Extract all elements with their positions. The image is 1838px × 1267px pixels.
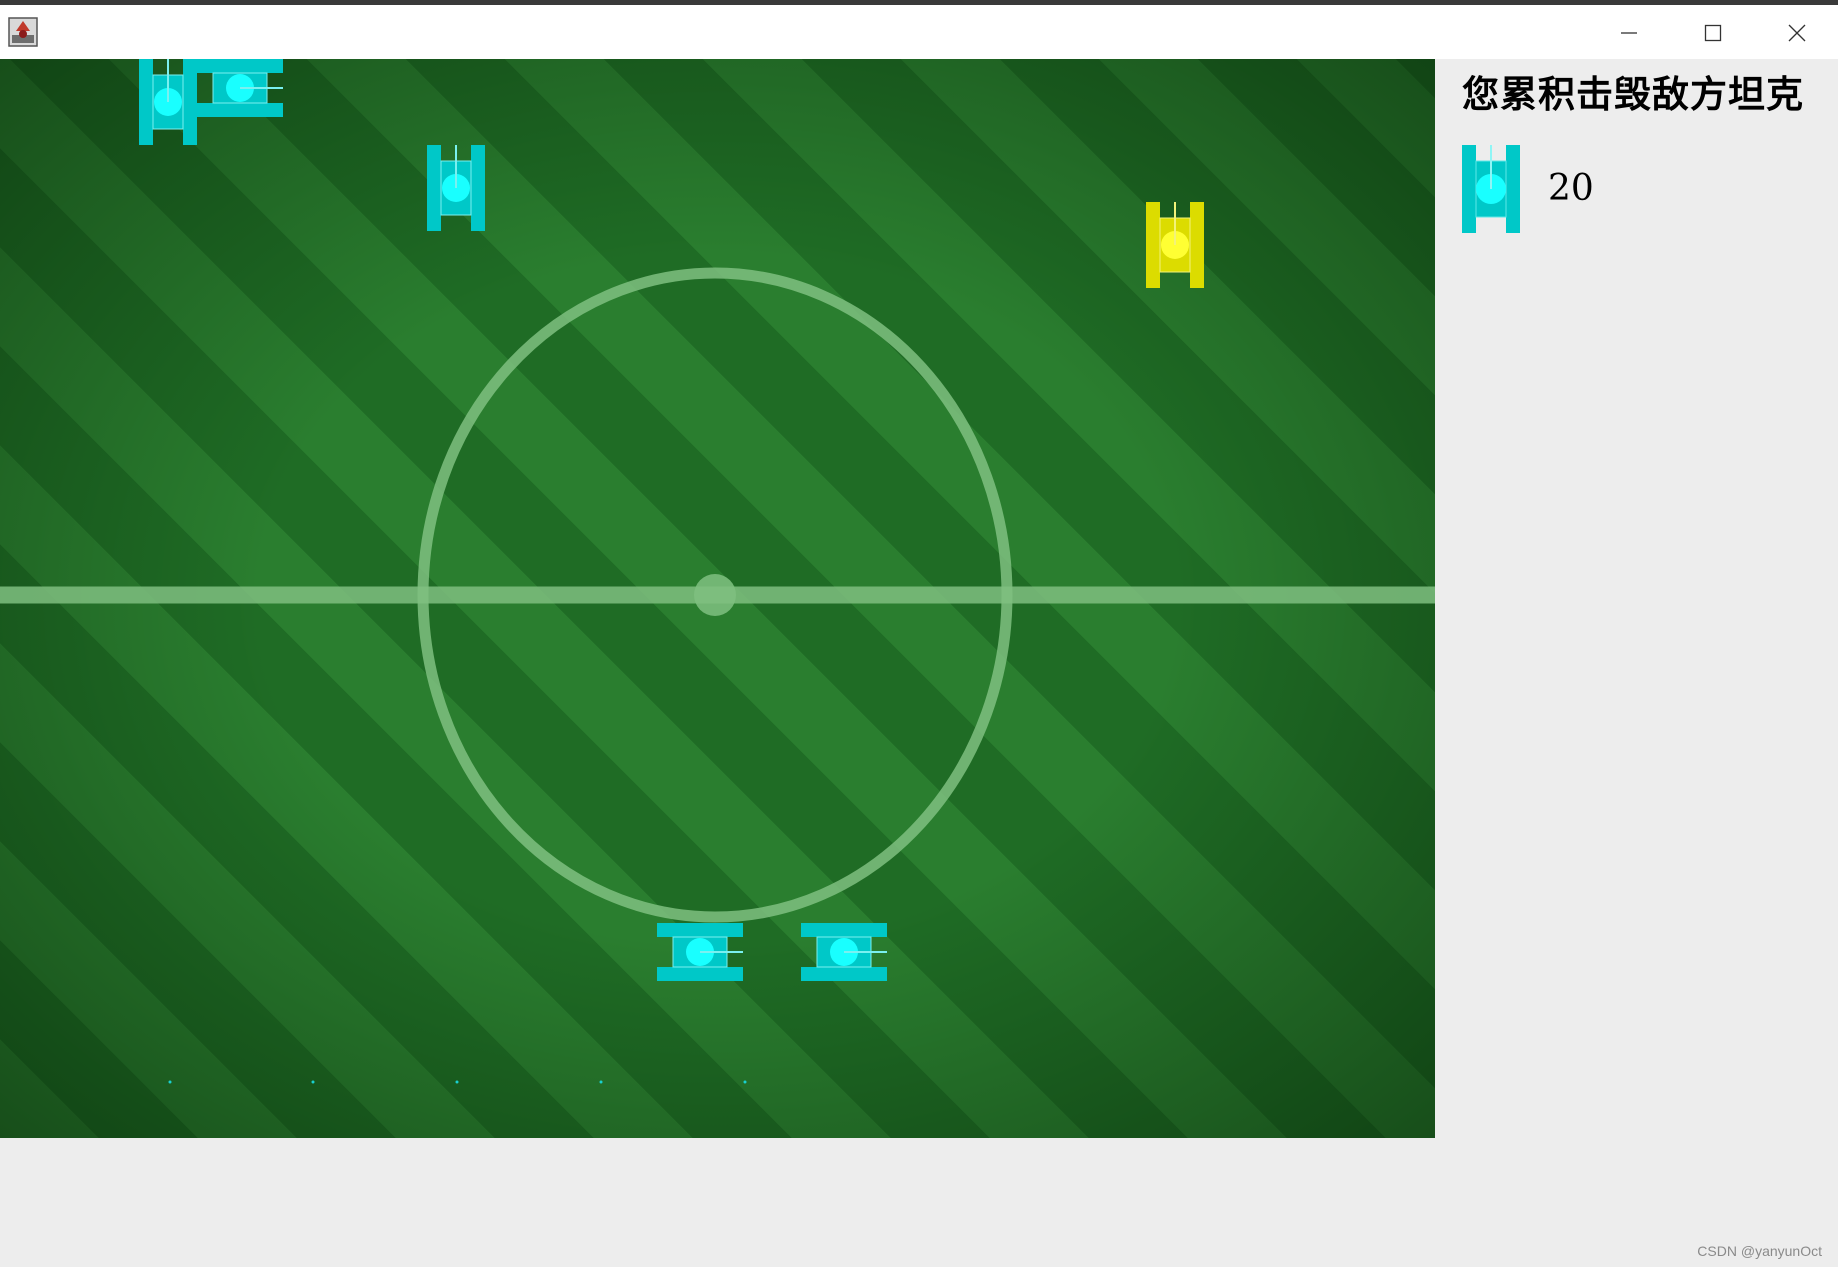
bullet-dot [168, 1080, 172, 1084]
tank-icon [1462, 145, 1520, 233]
center-spot [694, 574, 736, 616]
player-tank [1146, 202, 1204, 288]
kill-count-value: 20 [1548, 168, 1594, 209]
bullet-dot [743, 1080, 747, 1084]
enemy-tank [801, 923, 887, 981]
enemy-tank [139, 59, 197, 145]
game-field[interactable] [0, 59, 1435, 1138]
watermark: CSDN @yanyunOct [1697, 1243, 1822, 1259]
enemy-tank [427, 145, 485, 231]
minimize-icon [1621, 32, 1637, 34]
kill-count-label: 您累积击毁敌方坦克 [1462, 72, 1804, 116]
close-button[interactable] [1762, 11, 1832, 55]
enemy-tank [657, 923, 743, 981]
java-app-icon [8, 17, 38, 47]
bullet-dot [455, 1080, 459, 1084]
enemy-tank [197, 59, 283, 117]
minimize-button[interactable] [1594, 11, 1664, 55]
close-icon [1788, 24, 1806, 42]
bullet-dot [599, 1080, 603, 1084]
maximize-button[interactable] [1678, 11, 1748, 55]
title-bar[interactable] [0, 5, 1838, 59]
bullet-dot [311, 1080, 315, 1084]
maximize-icon [1704, 24, 1722, 42]
field-canvas [0, 59, 1435, 1084]
